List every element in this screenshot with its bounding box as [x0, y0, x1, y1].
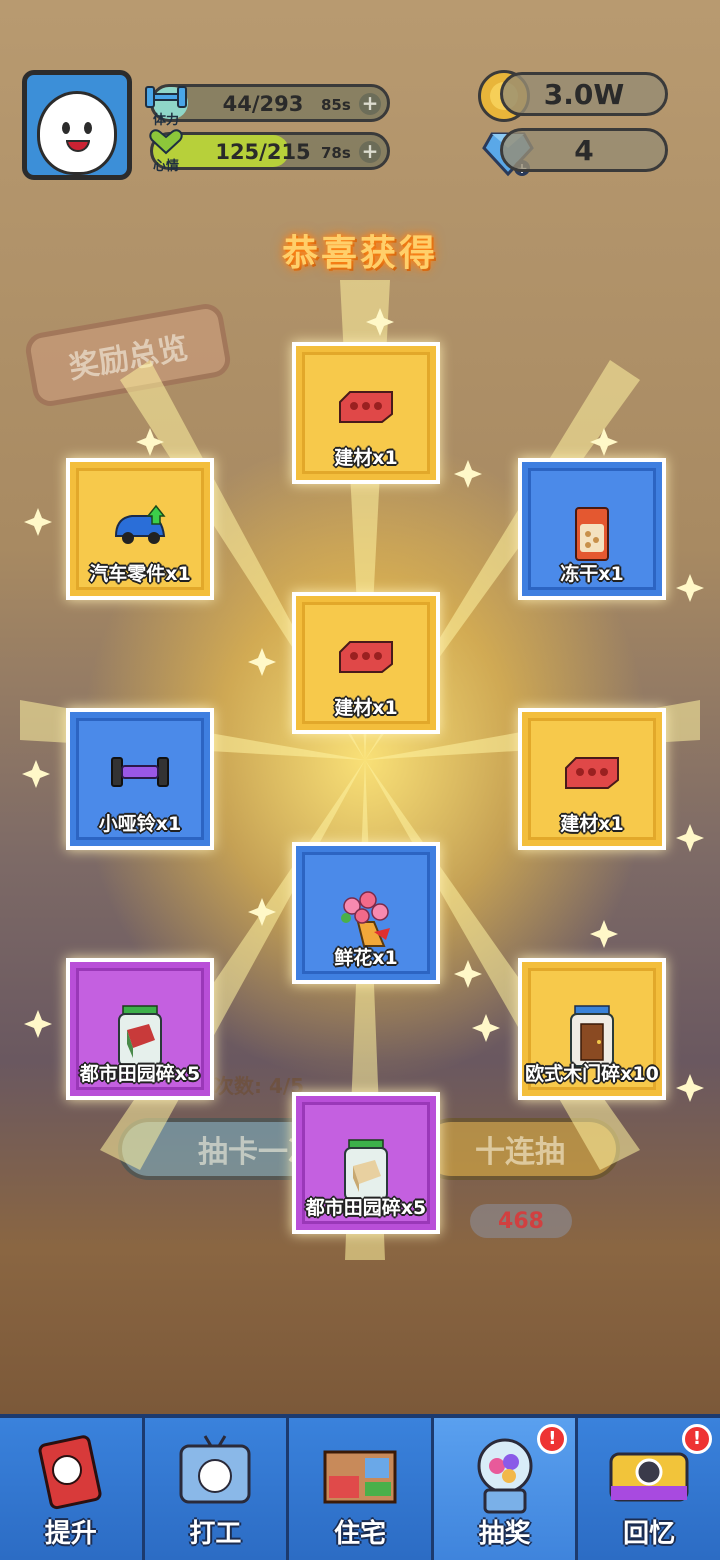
brick-icon: [339, 391, 393, 423]
flower-bouquet-icon: [341, 891, 390, 947]
mood-timer: 78s: [321, 144, 351, 162]
dumbbell-icon: [111, 757, 169, 787]
stamina-timer: 85s: [321, 96, 351, 114]
reward-card: 小哑铃x1: [66, 708, 214, 850]
book-icon: [38, 1435, 102, 1510]
freeze-dried-food-icon: [575, 507, 609, 561]
reward-card: 鲜花x1: [292, 842, 440, 984]
mood-value: 125/215: [215, 140, 311, 164]
reward-card: 建材x1: [518, 708, 666, 850]
mood-icon: 心情: [140, 126, 192, 174]
gem-balance[interactable]: 4: [500, 128, 668, 172]
coin-balance[interactable]: 3.0W: [500, 72, 668, 116]
bottom-nav: 提升 打工 住宅 ! 抽奖 ! 回忆: [0, 1414, 720, 1560]
reward-card: 汽车零件x1: [66, 458, 214, 600]
draw-ten-button: 十连抽: [420, 1118, 620, 1180]
nav-tab-house[interactable]: 住宅: [289, 1418, 434, 1560]
camera-icon: [609, 1452, 689, 1502]
draw-ten-gem-cost: 468: [470, 1204, 572, 1238]
reward-card: 都市田园碎x5: [66, 958, 214, 1100]
dumbbell-icon: [145, 86, 187, 108]
mood-plus-icon[interactable]: +: [359, 141, 381, 163]
reward-card: 欧式木门碎x10: [518, 958, 666, 1100]
stamina-plus-icon[interactable]: +: [359, 93, 381, 115]
house-icon: [323, 1450, 397, 1504]
reward-card: 建材x1: [292, 342, 440, 484]
avatar-face-icon: [37, 91, 117, 175]
nav-tab-lottery[interactable]: ! 抽奖: [433, 1418, 579, 1560]
lottery-alert-badge: !: [537, 1424, 568, 1454]
reward-card: 冻干x1: [518, 458, 666, 600]
brick-icon: [339, 641, 393, 673]
heart-icon: [149, 129, 183, 155]
brick-icon: [565, 757, 619, 789]
car-part-icon: [114, 504, 166, 544]
nav-tab-memories[interactable]: ! 回忆: [578, 1418, 720, 1560]
reward-card: 都市田园碎x5: [292, 1092, 440, 1234]
player-avatar[interactable]: [22, 70, 132, 180]
work-tv-icon: [179, 1435, 251, 1504]
gacha-machine-icon: [477, 1438, 533, 1514]
nav-tab-work[interactable]: 打工: [144, 1418, 290, 1560]
stamina-value: 44/293: [222, 92, 304, 116]
congrats-title: 恭喜获得: [281, 233, 438, 274]
memories-alert-badge: !: [681, 1424, 712, 1454]
nav-tab-upgrade[interactable]: 提升: [0, 1418, 145, 1560]
reward-card: 建材x1: [292, 592, 440, 734]
draw-count-text: 次数: 4/5: [214, 1074, 305, 1098]
stamina-icon: 体力: [140, 80, 192, 128]
